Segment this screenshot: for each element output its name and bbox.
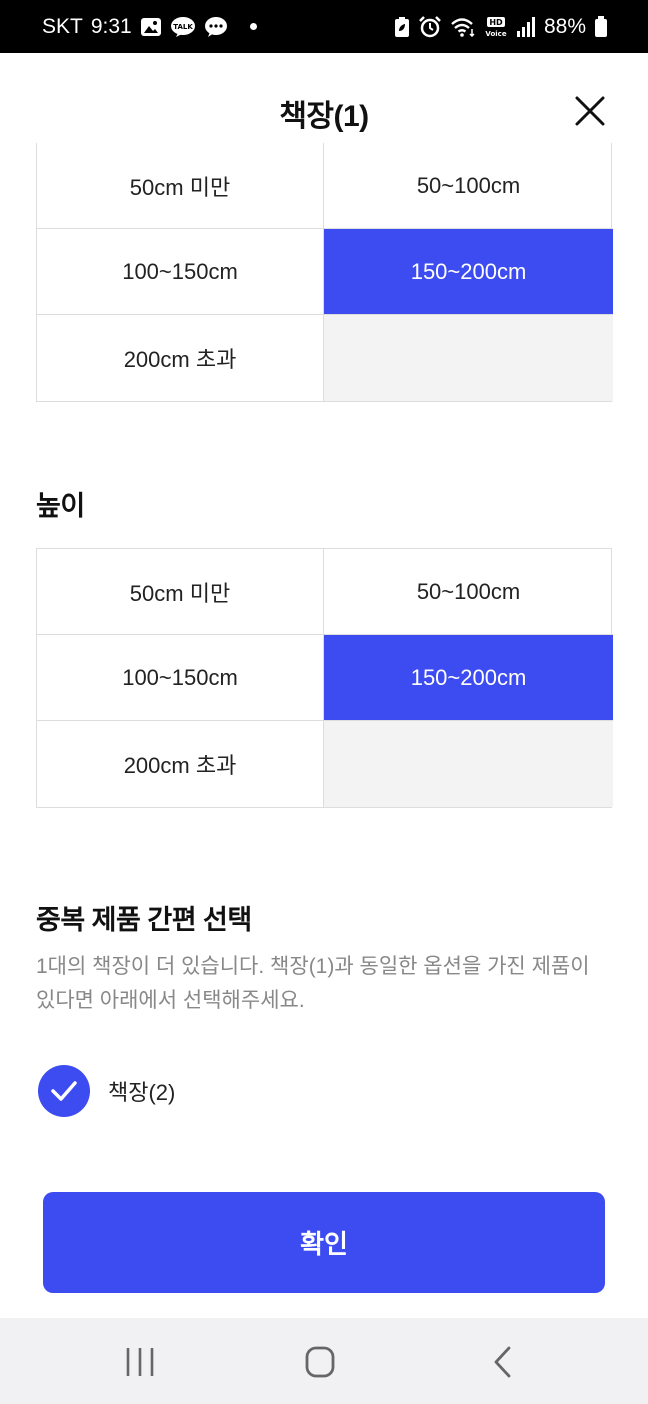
duplicate-item-checkbox[interactable]: 책장(2) [38,1064,175,1118]
svg-text:HD: HD [489,18,503,27]
back-button[interactable] [484,1344,524,1380]
svg-text:TALK: TALK [173,23,193,31]
duplicate-section-title: 중복 제품 간편 선택 [36,905,252,935]
home-icon [305,1346,335,1378]
height-option-150-200[interactable]: 150~200cm [324,635,613,721]
check-circle [38,1065,90,1117]
duplicate-description: 1대의 책장이 더 있습니다. 책장(1)과 동일한 옵션을 가진 제품이 있다… [36,955,590,1012]
height-option-100-150[interactable]: 100~150cm [37,635,324,721]
height-option-over-200[interactable]: 200cm 초과 [37,721,324,807]
hd-voice-icon: HD Voice [484,16,508,38]
kakaotalk-icon: TALK [170,16,196,38]
notification-dot-icon [249,23,257,30]
back-icon [494,1346,511,1378]
width-option-grid: 50cm 미만 50~100cm 100~150cm 150~200cm 200… [36,143,613,402]
carrier-label: SKT [42,14,83,38]
duplicate-item-label: 책장(2) [108,1080,176,1105]
width-option-100-150[interactable]: 100~150cm [37,229,324,315]
close-button[interactable] [574,95,606,127]
clock: 9:31 [90,14,132,38]
battery-icon [594,15,608,38]
signal-icon [516,16,536,37]
width-option-150-200[interactable]: 150~200cm [324,229,613,315]
height-option-empty [324,721,613,807]
modal-header: 책장(1) [0,53,648,143]
home-button[interactable] [300,1344,340,1380]
width-option-50-100[interactable]: 50~100cm [324,143,613,229]
status-bar-left: SKT 9:31 TALK [42,15,257,39]
status-bar-right: HD Voice 88% [394,15,608,39]
battery-saver-icon [394,16,410,38]
confirm-button[interactable]: 확인 [43,1192,605,1293]
status-bar: SKT 9:31 TALK HD Voice 88% [0,0,648,53]
width-option-under-50[interactable]: 50cm 미만 [37,143,324,229]
height-option-under-50[interactable]: 50cm 미만 [37,549,324,635]
close-icon [575,96,605,126]
checkmark-icon [51,1081,77,1101]
width-option-empty [324,315,613,401]
message-icon [204,16,228,38]
battery-percent: 88% [543,14,586,38]
recent-apps-button[interactable] [120,1344,160,1380]
height-section-title: 높이 [36,491,85,521]
navigation-bar [0,1318,648,1404]
gallery-icon [140,17,162,37]
wifi-icon [450,17,476,37]
height-option-grid: 50cm 미만 50~100cm 100~150cm 150~200cm 200… [36,548,613,808]
page-title: 책장(1) [279,100,369,133]
svg-text:Voice: Voice [485,30,506,38]
height-option-50-100[interactable]: 50~100cm [324,549,613,635]
alarm-icon [418,15,442,38]
recent-apps-icon [126,1348,154,1376]
width-option-over-200[interactable]: 200cm 초과 [37,315,324,401]
